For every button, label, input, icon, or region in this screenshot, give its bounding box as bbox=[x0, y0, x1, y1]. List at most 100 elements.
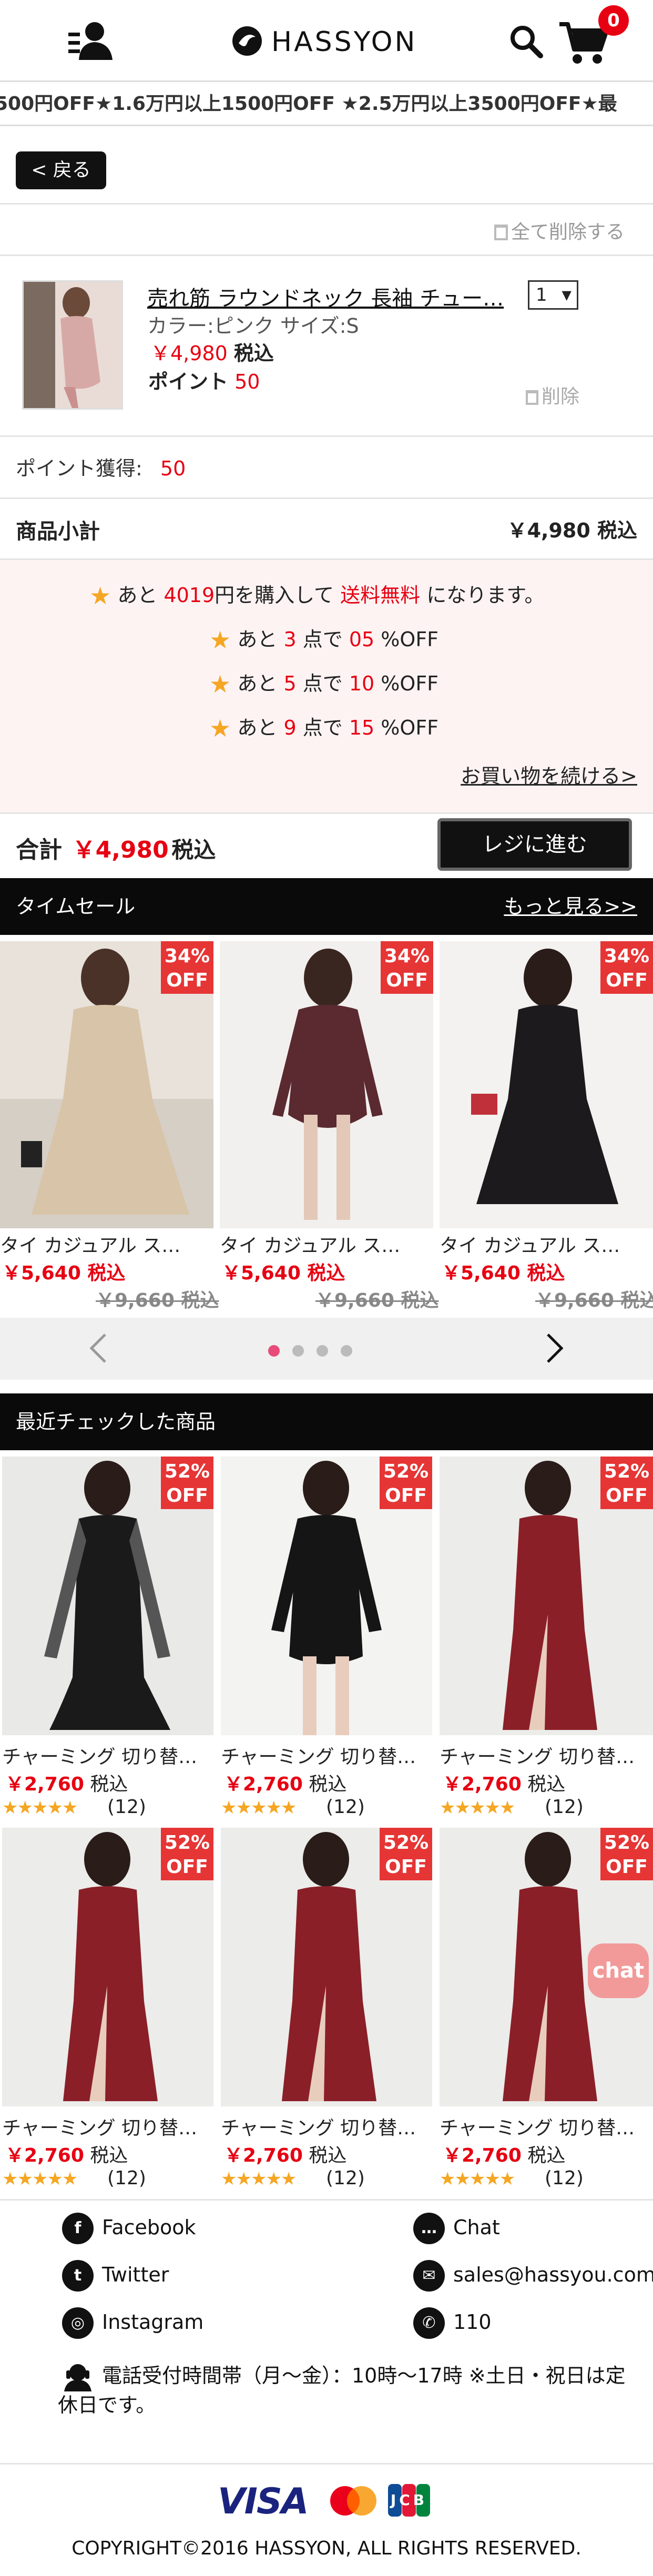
rating-stars: ★★★★★ bbox=[440, 2168, 515, 2190]
product-name[interactable]: チャーミング 切り替… bbox=[440, 2113, 652, 2140]
star-icon: ★ bbox=[89, 582, 111, 610]
time-sale-card-image[interactable]: 34% OFF bbox=[440, 941, 653, 1228]
product-name[interactable]: チャーミング 切り替… bbox=[2, 2113, 212, 2140]
product-name[interactable]: チャーミング 切り替… bbox=[2, 1742, 212, 1769]
badge-off: OFF bbox=[385, 1856, 427, 1878]
free-shipping-mid: 円を購入して bbox=[215, 584, 334, 607]
twitter-link[interactable]: Twitter bbox=[102, 2263, 169, 2286]
phone-icon[interactable]: ✆ bbox=[413, 2307, 445, 2339]
badge-percent: 52% bbox=[164, 1832, 210, 1854]
cart-item-price: ￥4,980 bbox=[150, 342, 228, 365]
product-price-row: ￥2,760 税込 bbox=[443, 2140, 565, 2167]
product-name[interactable]: タイ カジュアル ス… bbox=[220, 1230, 432, 1258]
chevron-left-icon[interactable] bbox=[88, 1332, 109, 1364]
time-sale-header: タイムセール もっと見る>> bbox=[0, 878, 653, 935]
chevron-right-icon[interactable] bbox=[544, 1332, 565, 1364]
product-price: ￥5,640 税込 bbox=[222, 1262, 345, 1284]
email-link[interactable]: sales@hassyou.com bbox=[453, 2263, 653, 2286]
time-sale-card-image[interactable]: 34% OFF bbox=[0, 941, 213, 1228]
mastercard-logo bbox=[328, 2484, 379, 2518]
total-row: 合計 ￥4,980 税込 bbox=[16, 831, 216, 864]
discount-badge: 52% OFF bbox=[161, 1457, 213, 1509]
brand-name: HASSYON bbox=[271, 26, 417, 58]
badge-percent: 52% bbox=[604, 1461, 650, 1482]
review-count: (12) bbox=[107, 1796, 146, 1818]
twitter-icon[interactable]: t bbox=[62, 2260, 94, 2292]
product-name[interactable]: チャーミング 切り替… bbox=[221, 1742, 431, 1769]
product-price-row: ￥2,760 税込 bbox=[224, 2140, 346, 2167]
copyright: COPYRIGHT©2016 HASSYON, ALL RIGHTS RESER… bbox=[72, 2538, 581, 2559]
rating-stars: ★★★★★ bbox=[221, 1797, 297, 1818]
phone-link[interactable]: 110 bbox=[453, 2310, 492, 2334]
carousel-dot[interactable] bbox=[292, 1345, 304, 1357]
product-price-row: ￥2,760 税込 bbox=[224, 1769, 346, 1796]
chat-bubble-button[interactable]: chat bbox=[588, 1943, 649, 1998]
discount-badge: 34% OFF bbox=[381, 941, 433, 994]
free-shipping-row: ★ あと 4019円を購入して 送料無料 になります。 bbox=[89, 579, 544, 610]
search-icon[interactable] bbox=[509, 24, 544, 59]
product-price: ￥2,760 bbox=[5, 2145, 84, 2166]
tier-count: 5 bbox=[283, 672, 297, 695]
facebook-icon[interactable]: f bbox=[62, 2213, 94, 2244]
tier-mid: 点で bbox=[302, 716, 343, 739]
facebook-link[interactable]: Facebook bbox=[102, 2216, 196, 2239]
instagram-link[interactable]: Instagram bbox=[102, 2310, 203, 2334]
quantity-value: 1 bbox=[536, 284, 547, 306]
chat-link[interactable]: Chat bbox=[453, 2216, 500, 2239]
carousel-dot-active[interactable] bbox=[268, 1345, 280, 1357]
back-button[interactable]: < 戻る bbox=[16, 151, 106, 189]
carousel-dot[interactable] bbox=[341, 1345, 352, 1357]
discount-badge: 52% OFF bbox=[600, 1457, 653, 1509]
cart-item-name[interactable]: 売れ筋 ラウンドネック 長袖 チュー… bbox=[147, 281, 505, 312]
cart-count-badge: 0 bbox=[598, 5, 629, 36]
product-old-price: ￥9,660 税込 bbox=[535, 1290, 653, 1311]
cart-item-price-row: ￥4,980 税込 bbox=[150, 337, 274, 366]
time-sale-card-image[interactable]: 34% OFF bbox=[220, 941, 433, 1228]
time-sale-more-link[interactable]: もっと見る>> bbox=[504, 878, 637, 935]
site-header: HASSYON 0 bbox=[0, 0, 653, 82]
badge-percent: 52% bbox=[383, 1832, 429, 1854]
recent-card-image[interactable]: 52% OFF chat bbox=[440, 1828, 653, 2106]
recent-card-image[interactable]: 52% OFF bbox=[2, 1457, 213, 1735]
product-name[interactable]: タイ カジュアル ス… bbox=[440, 1230, 652, 1258]
recent-card-image[interactable]: 52% OFF bbox=[221, 1828, 432, 2106]
carousel-dot[interactable] bbox=[317, 1345, 328, 1357]
recent-title: 最近チェックした商品 bbox=[16, 1410, 216, 1433]
jcb-logo: JCB bbox=[387, 2483, 431, 2518]
recent-header: 最近チェックした商品 bbox=[0, 1393, 653, 1450]
cart-item-point-row: ポイント 50 bbox=[148, 365, 260, 394]
product-tax: 税込 bbox=[309, 1774, 347, 1795]
quantity-select[interactable]: 1 ▼ bbox=[528, 280, 578, 310]
brand-logo[interactable]: HASSYON bbox=[231, 23, 426, 60]
product-price-row: ￥2,760 税込 bbox=[443, 1769, 565, 1796]
tier-pct: 05 bbox=[349, 628, 375, 651]
product-price: ￥5,640 税込 bbox=[442, 1262, 565, 1284]
star-icon: ★ bbox=[209, 626, 231, 654]
tier-prefix: あと bbox=[237, 716, 278, 739]
tier-pct: 10 bbox=[349, 672, 375, 695]
discount-badge: 34% OFF bbox=[161, 941, 213, 994]
delete-item-button[interactable]: 削除 bbox=[526, 381, 579, 409]
instagram-icon[interactable]: ◎ bbox=[62, 2307, 94, 2339]
mail-icon[interactable]: ✉ bbox=[413, 2260, 445, 2292]
rating-stars: ★★★★★ bbox=[2, 2168, 78, 2190]
delete-item-label: 削除 bbox=[542, 386, 580, 408]
delete-all-button[interactable]: 全て削除する bbox=[494, 217, 625, 243]
recent-card-image[interactable]: 52% OFF bbox=[221, 1457, 432, 1735]
cart-item-image[interactable] bbox=[22, 280, 123, 410]
badge-off: OFF bbox=[385, 1485, 427, 1506]
recent-card-image[interactable]: 52% OFF bbox=[440, 1457, 653, 1735]
product-name[interactable]: チャーミング 切り替… bbox=[440, 1742, 652, 1769]
badge-percent: 34% bbox=[604, 945, 650, 967]
chat-icon[interactable]: … bbox=[413, 2213, 445, 2244]
badge-percent: 34% bbox=[384, 945, 430, 967]
product-name[interactable]: タイ カジュアル ス… bbox=[0, 1230, 212, 1258]
recent-card-image[interactable]: 52% OFF bbox=[2, 1828, 213, 2106]
product-name[interactable]: チャーミング 切り替… bbox=[221, 2113, 431, 2140]
continue-shopping-link[interactable]: お買い物を続ける> bbox=[461, 760, 637, 789]
product-price: ￥5,640 税込 bbox=[2, 1262, 126, 1284]
free-shipping-label: 送料無料 bbox=[340, 584, 421, 607]
account-icon[interactable] bbox=[67, 21, 115, 61]
checkout-button[interactable]: レジに進む bbox=[437, 818, 632, 871]
product-price: ￥2,760 bbox=[224, 1774, 303, 1795]
